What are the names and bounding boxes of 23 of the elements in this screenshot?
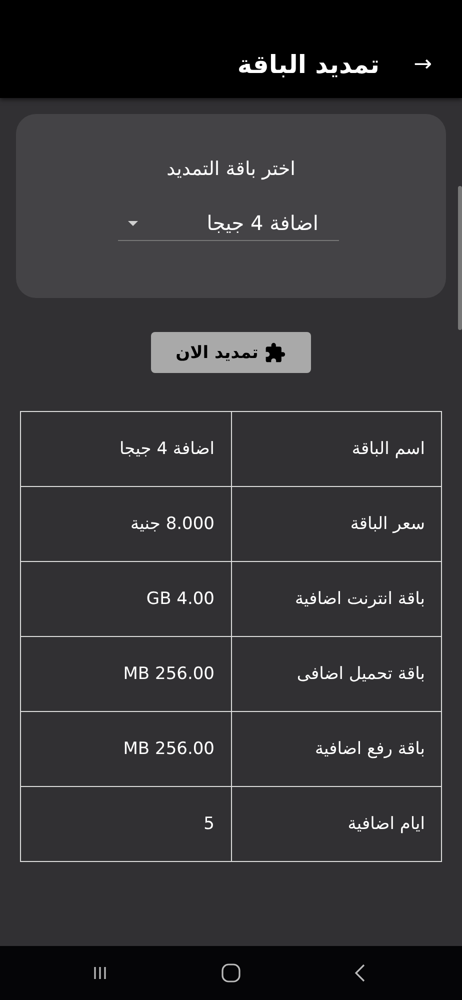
table-cell: باقة رفع اضافية [231, 712, 442, 786]
renew-button[interactable]: تمديد الان [151, 332, 311, 373]
table-cell: 256.00 MB [20, 636, 231, 712]
puzzle-icon [264, 342, 286, 364]
table-cell: ايام اضافية [231, 786, 442, 862]
table-cell: باقة تحميل اضافى [231, 636, 442, 712]
home-icon[interactable] [221, 963, 241, 983]
table-cell: اسم الباقة [231, 412, 442, 486]
table-cell: سعر الباقة [231, 486, 442, 562]
table-cell: 4.00 GB [20, 562, 231, 636]
package-dropdown[interactable]: اضافة 4 جيجا [118, 208, 338, 241]
table-cell: 256.00 MB [20, 712, 231, 786]
table-cell: باقة انترنت اضافية [231, 562, 442, 636]
back-button[interactable]: → [414, 52, 432, 76]
table-cell: 5 [20, 786, 231, 862]
back-icon[interactable] [354, 964, 366, 982]
dropdown-label: اختر باقة التمديد [166, 158, 296, 180]
scrollbar[interactable] [458, 186, 462, 330]
caret-icon [128, 220, 138, 226]
table-cell: اضافة 4 جيجا [20, 412, 231, 486]
page-title: تمديد الباقة [237, 50, 380, 78]
recent-apps-icon[interactable] [92, 966, 108, 980]
table-cell: 8.000 جنية [20, 486, 231, 562]
